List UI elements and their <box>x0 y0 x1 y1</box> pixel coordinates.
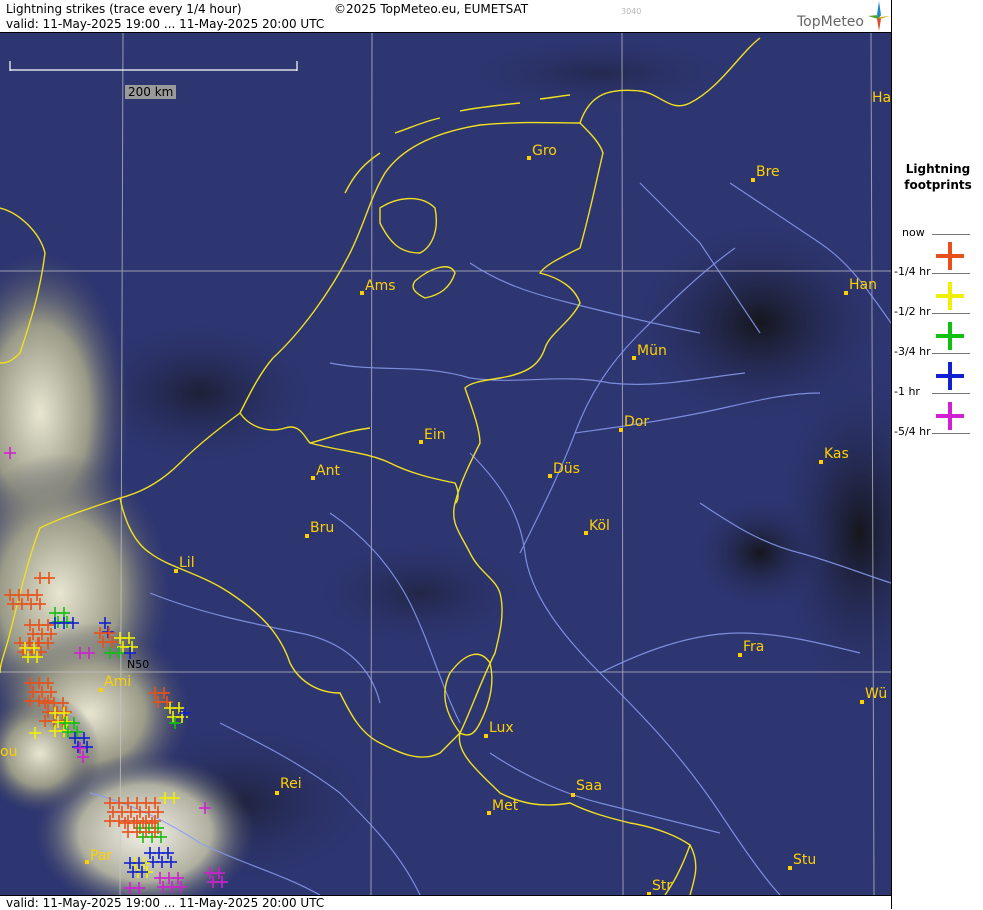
legend-label-five-quarter: -5/4 hr <box>894 425 931 438</box>
legend-label-now: now <box>902 226 925 239</box>
product-code: 3040 <box>621 7 642 16</box>
map-footer: valid: 11-May-2025 19:00 ... 11-May-2025… <box>0 895 891 910</box>
legend-cross-4 <box>936 402 964 430</box>
footer-valid-time: valid: 11-May-2025 19:00 ... 11-May-2025… <box>6 896 325 910</box>
legend-label-three-quarter: -3/4 hr <box>894 345 931 358</box>
legend-panel: Lightning footprints now -1/4 hr -1/2 hr… <box>891 0 983 909</box>
valid-time: valid: 11-May-2025 19:00 ... 11-May-2025… <box>6 17 325 31</box>
legend-cross-0 <box>936 242 964 270</box>
legend-cross-1 <box>936 282 964 310</box>
scale-bar-label: 200 km <box>125 85 177 99</box>
logo-text: TopMeteo <box>797 14 864 30</box>
map-title: Lightning strikes (trace every 1/4 hour) <box>6 2 242 16</box>
legend-cross-3 <box>936 362 964 390</box>
map-header: Lightning strikes (trace every 1/4 hour)… <box>0 0 891 33</box>
compass-logo-icon <box>868 1 890 31</box>
copyright-text: ©2025 TopMeteo.eu, EUMETSAT <box>334 2 529 16</box>
latitude-label: N50 <box>127 658 150 671</box>
legend-symbols <box>936 242 964 430</box>
legend-title: Lightning footprints <box>904 162 972 192</box>
satellite-map[interactable]: 200 km N50 Gro Bre Ha Ams Han Mün Ein An… <box>0 33 891 895</box>
legend-label-quarter: -1/4 hr <box>894 265 931 278</box>
legend-label-hour: -1 hr <box>894 385 920 398</box>
legend-cross-2 <box>936 322 964 350</box>
legend-label-half: -1/2 hr <box>894 305 931 318</box>
map-canvas <box>0 33 891 895</box>
